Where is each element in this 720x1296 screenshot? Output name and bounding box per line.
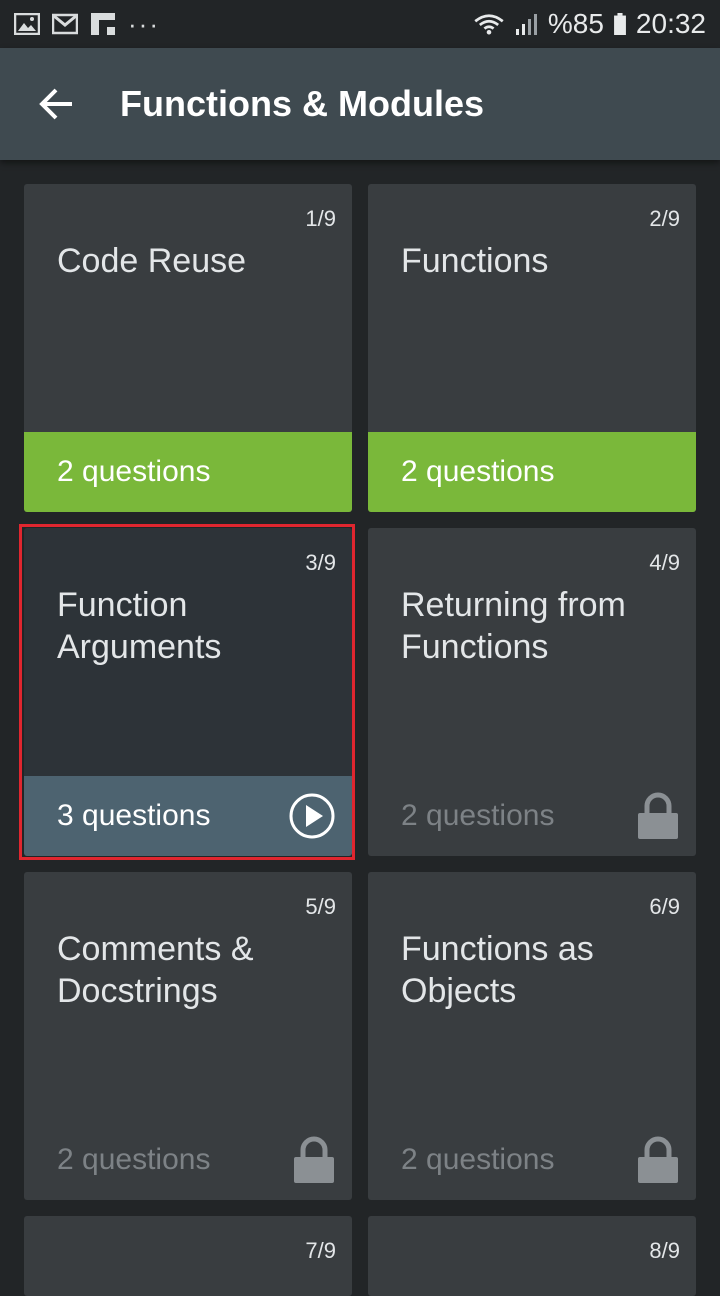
arrow-left-icon xyxy=(39,88,72,120)
lesson-index: 3/9 xyxy=(305,550,336,575)
status-right: %85 20:32 xyxy=(464,8,706,40)
lesson-index: 6/9 xyxy=(649,894,680,919)
lesson-footer: 2 questions xyxy=(24,1120,352,1200)
question-count: 2 questions xyxy=(57,455,211,488)
question-count: 2 questions xyxy=(401,1143,555,1176)
lesson-title: Returning from Functions xyxy=(401,586,626,666)
lesson-grid: 1/9 Code Reuse 2 questions 2/9 Functions… xyxy=(24,184,696,1296)
question-count: 2 questions xyxy=(401,455,555,488)
page-title: Functions & Modules xyxy=(120,83,484,124)
gmail-notification-icon xyxy=(52,13,78,35)
status-left: ··· xyxy=(14,9,172,39)
lesson-index: 2/9 xyxy=(649,206,680,231)
lesson-footer: 2 questions xyxy=(368,776,696,856)
lesson-title: Functions as Objects xyxy=(401,930,594,1010)
lesson-title: Comments & Docstrings xyxy=(57,930,254,1010)
lesson-card-returning-from-functions[interactable]: 4/9 Returning from Functions 2 questions xyxy=(368,528,696,856)
lesson-card-code-reuse[interactable]: 1/9 Code Reuse 2 questions xyxy=(24,184,352,512)
status-bar: ··· %85 20:32 xyxy=(0,0,720,48)
lesson-footer: 2 questions xyxy=(368,1120,696,1200)
lock-icon xyxy=(294,1136,334,1183)
question-count: 2 questions xyxy=(401,799,555,832)
lesson-card-8[interactable]: 8/9 xyxy=(368,1216,696,1296)
lesson-index: 1/9 xyxy=(305,206,336,231)
lesson-index: 5/9 xyxy=(305,894,336,919)
lesson-card-7[interactable]: 7/9 xyxy=(24,1216,352,1296)
lesson-index: 8/9 xyxy=(649,1238,680,1263)
lesson-card-functions[interactable]: 2/9 Functions 2 questions xyxy=(368,184,696,512)
signal-icon xyxy=(515,14,537,35)
flipboard-notification-icon xyxy=(91,13,115,35)
lesson-title: Code Reuse xyxy=(57,242,247,280)
lesson-footer: 2 questions xyxy=(24,432,352,512)
lesson-title: Functions xyxy=(401,242,549,280)
clock: 20:32 xyxy=(635,8,706,39)
app-bar: Functions & Modules xyxy=(0,48,720,160)
question-count: 2 questions xyxy=(57,1143,211,1176)
wifi-icon xyxy=(474,14,504,35)
lesson-card-functions-as-objects[interactable]: 6/9 Functions as Objects 2 questions xyxy=(368,872,696,1200)
lesson-title: Function Arguments xyxy=(57,586,222,666)
lesson-footer: 3 questions xyxy=(24,776,352,856)
question-count: 3 questions xyxy=(57,799,211,832)
lock-icon xyxy=(638,1136,678,1183)
lesson-card-comments-docstrings[interactable]: 5/9 Comments & Docstrings 2 questions xyxy=(24,872,352,1200)
battery-percentage: %85 xyxy=(547,8,604,39)
lesson-footer: 2 questions xyxy=(368,432,696,512)
lesson-index: 7/9 xyxy=(305,1238,336,1263)
gallery-notification-icon xyxy=(14,13,40,35)
battery-icon xyxy=(613,13,626,35)
back-button[interactable] xyxy=(28,76,84,132)
lesson-index: 4/9 xyxy=(649,550,680,575)
play-icon[interactable] xyxy=(288,792,336,840)
lock-icon xyxy=(638,792,678,839)
lesson-card-function-arguments[interactable]: 3/9 Function Arguments 3 questions xyxy=(24,528,352,856)
more-notifications-icon: ··· xyxy=(128,9,160,39)
